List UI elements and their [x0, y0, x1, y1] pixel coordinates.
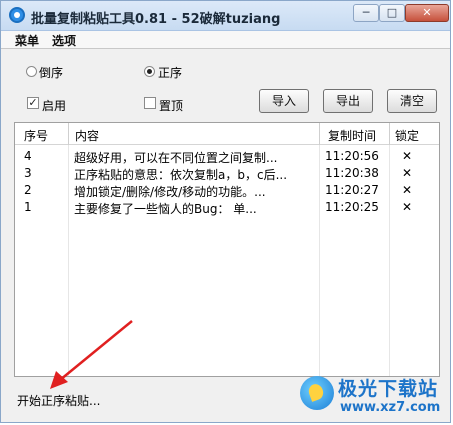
- watermark-url: www.xz7.com: [340, 400, 441, 415]
- column-header-lock[interactable]: 锁定: [395, 127, 419, 144]
- row-lock-icon[interactable]: ✕: [402, 166, 412, 180]
- row-time: 11:20:56: [325, 149, 379, 163]
- table-header: 序号 内容 复制时间 锁定: [15, 123, 439, 145]
- export-button[interactable]: 导出: [323, 89, 373, 113]
- clear-button[interactable]: 清空: [387, 89, 437, 113]
- column-header-index[interactable]: 序号: [24, 127, 48, 144]
- pin-top-checkbox[interactable]: [144, 97, 156, 109]
- row-index: 3: [24, 166, 32, 180]
- watermark-logo-icon: [300, 376, 334, 410]
- menu-item-options[interactable]: 选项: [52, 32, 76, 49]
- table-row[interactable]: 2 增加锁定/删除/修改/移动的功能。... 11:20:27 ✕: [15, 183, 439, 199]
- clipboard-list[interactable]: 序号 内容 复制时间 锁定 4 超级好用，可以在不同位置之间复制... 11:2…: [14, 122, 440, 377]
- watermark: 极光下载站 www.xz7.com: [300, 372, 445, 420]
- row-content: 超级好用，可以在不同位置之间复制...: [74, 151, 278, 165]
- radio-forward-order[interactable]: [144, 66, 155, 77]
- row-content: 主要修复了一些恼人的Bug： 单...: [74, 202, 257, 216]
- row-time: 11:20:38: [325, 166, 379, 180]
- app-window: 批量复制粘贴工具0.81 - 52破解tuziang ─ □ ✕ 菜单 选项 倒…: [0, 0, 451, 423]
- pin-top-checkbox-label[interactable]: 置顶: [159, 97, 183, 114]
- menu-item-menu[interactable]: 菜单: [15, 32, 39, 49]
- row-content: 正序粘贴的意思：依次复制a，b，c后...: [74, 168, 288, 182]
- maximize-button[interactable]: □: [379, 4, 405, 22]
- row-index: 2: [24, 183, 32, 197]
- status-text: 开始正序粘贴...: [17, 394, 101, 408]
- table-row[interactable]: 1 主要修复了一些恼人的Bug： 单... 11:20:25 ✕: [15, 200, 439, 216]
- window-title: 批量复制粘贴工具0.81 - 52破解tuziang: [31, 12, 281, 27]
- column-header-content[interactable]: 内容: [75, 127, 99, 144]
- row-time: 11:20:27: [325, 183, 379, 197]
- row-lock-icon[interactable]: ✕: [402, 149, 412, 163]
- title-bar[interactable]: 批量复制粘贴工具0.81 - 52破解tuziang ─ □ ✕: [1, 1, 450, 31]
- radio-forward-order-label[interactable]: 正序: [158, 64, 182, 81]
- minimize-button[interactable]: ─: [353, 4, 379, 22]
- row-time: 11:20:25: [325, 200, 379, 214]
- app-icon: [9, 7, 25, 23]
- import-button[interactable]: 导入: [259, 89, 309, 113]
- watermark-title: 极光下载站: [338, 378, 439, 400]
- menu-bar: 菜单 选项: [1, 31, 450, 49]
- radio-reverse-order[interactable]: [26, 66, 37, 77]
- enable-checkbox-label[interactable]: 启用: [42, 97, 66, 114]
- table-row[interactable]: 3 正序粘贴的意思：依次复制a，b，c后... 11:20:38 ✕: [15, 166, 439, 182]
- radio-reverse-order-label[interactable]: 倒序: [39, 64, 63, 81]
- row-index: 1: [24, 200, 32, 214]
- enable-checkbox[interactable]: ✓: [27, 97, 39, 109]
- row-content: 增加锁定/删除/修改/移动的功能。...: [74, 185, 266, 199]
- row-lock-icon[interactable]: ✕: [402, 183, 412, 197]
- table-row[interactable]: 4 超级好用，可以在不同位置之间复制... 11:20:56 ✕: [15, 149, 439, 165]
- row-lock-icon[interactable]: ✕: [402, 200, 412, 214]
- column-header-time[interactable]: 复制时间: [328, 127, 376, 144]
- row-index: 4: [24, 149, 32, 163]
- close-button[interactable]: ✕: [405, 4, 449, 22]
